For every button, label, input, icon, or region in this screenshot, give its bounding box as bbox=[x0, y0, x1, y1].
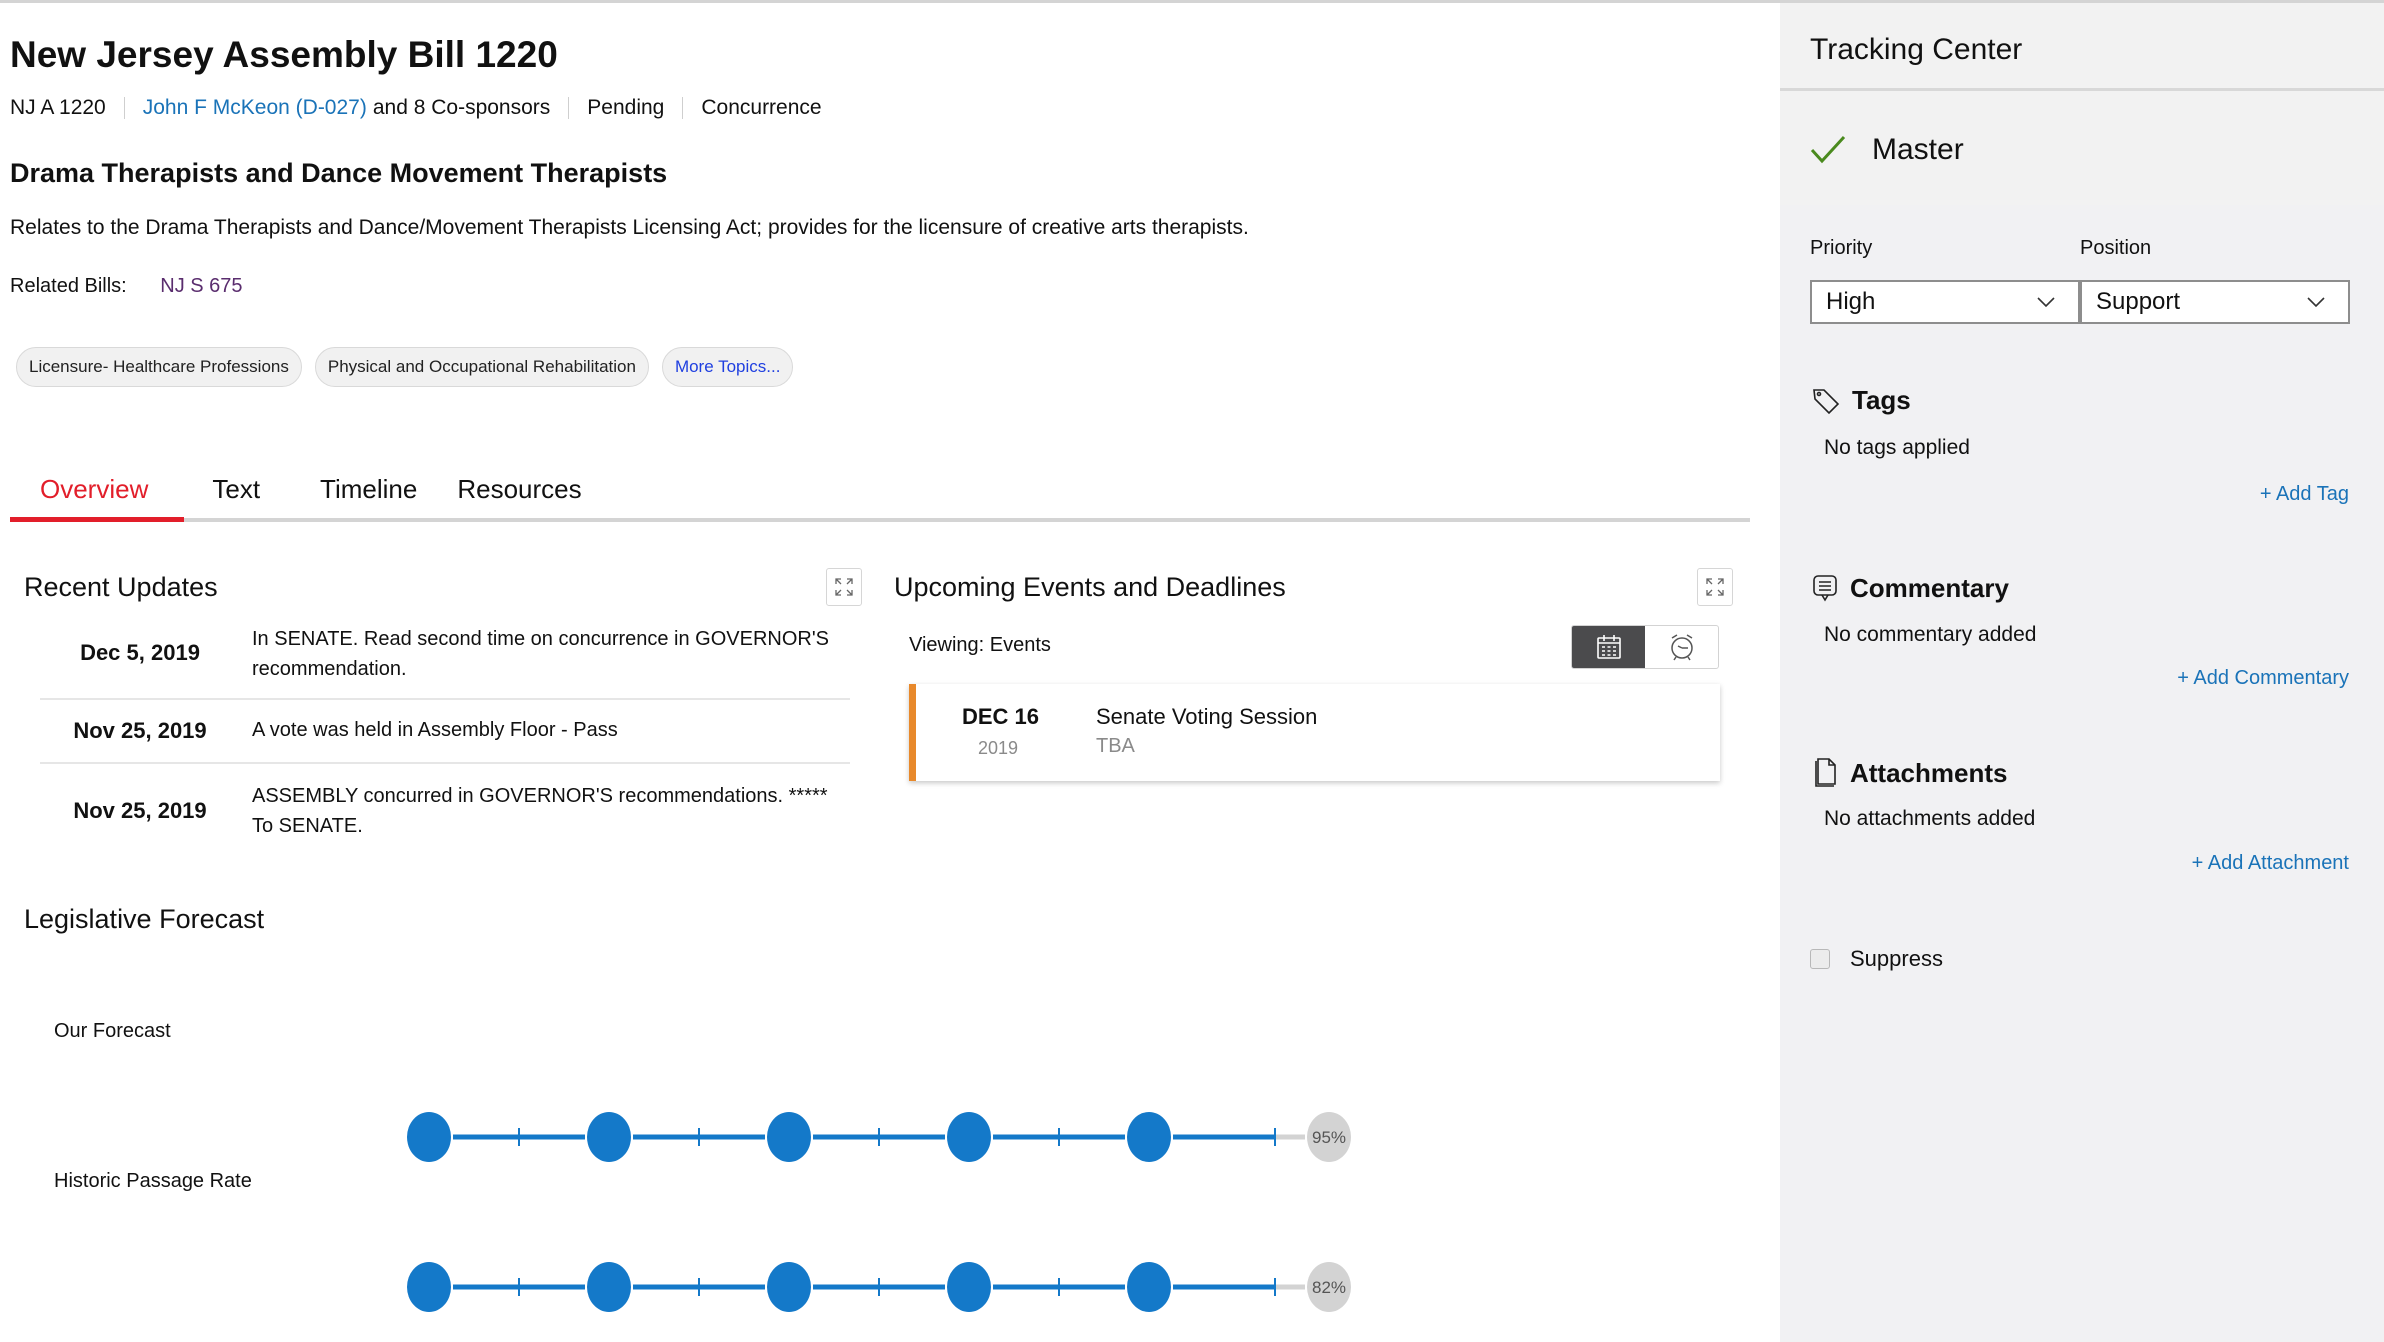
alarm-clock-icon bbox=[1670, 634, 1693, 661]
tag-icon bbox=[1813, 388, 1840, 414]
tab-bar: Overview Text Timeline Resources bbox=[10, 474, 606, 505]
forecast-progress-historic: 82% bbox=[407, 1262, 1351, 1312]
suppress-checkbox[interactable] bbox=[1810, 949, 1830, 969]
events-view-toggle bbox=[1571, 625, 1719, 669]
tags-header: Tags bbox=[1812, 385, 1911, 416]
tab-text[interactable]: Text bbox=[182, 474, 284, 505]
tab-divider bbox=[10, 518, 1750, 522]
update-date: Nov 25, 2019 bbox=[73, 798, 207, 823]
suppress-option: Suppress bbox=[1810, 946, 1943, 972]
events-title: Upcoming Events and Deadlines bbox=[894, 572, 1286, 602]
attachments-empty: No attachments added bbox=[1824, 807, 2036, 830]
stage-dot-complete bbox=[947, 1262, 991, 1312]
stage-dot-complete bbox=[767, 1112, 811, 1162]
stage-dot-complete bbox=[1127, 1112, 1171, 1162]
expand-icon bbox=[835, 578, 853, 596]
master-label: Master bbox=[1872, 133, 1964, 166]
topic-chips: Licensure- Healthcare Professions Physic… bbox=[16, 347, 794, 387]
bill-status: Pending bbox=[587, 96, 665, 119]
forecast-row-label: Our Forecast bbox=[54, 1020, 171, 1042]
update-divider bbox=[40, 698, 850, 700]
update-divider bbox=[40, 762, 850, 764]
divider bbox=[123, 97, 125, 119]
position-label: Position bbox=[2080, 237, 2152, 259]
tab-timeline[interactable]: Timeline bbox=[284, 474, 441, 505]
priority-select[interactable]: High bbox=[1810, 280, 2080, 324]
chevron-down-icon bbox=[2307, 297, 2325, 308]
event-year: 2019 bbox=[978, 738, 1019, 758]
stage-dot-complete bbox=[407, 1262, 451, 1312]
event-location: TBA bbox=[1096, 735, 1135, 757]
active-tab-indicator bbox=[10, 517, 184, 522]
calendar-icon bbox=[1596, 635, 1621, 659]
update-date: Dec 5, 2019 bbox=[80, 640, 200, 665]
add-commentary-link[interactable]: + Add Commentary bbox=[2177, 667, 2349, 690]
stage-dot-complete bbox=[767, 1262, 811, 1312]
topic-chip[interactable]: Licensure- Healthcare Professions bbox=[16, 347, 302, 387]
divider bbox=[682, 97, 684, 119]
expand-updates-button[interactable] bbox=[826, 568, 862, 606]
event-card[interactable]: DEC 16 2019 Senate Voting Session TBA bbox=[909, 684, 1720, 781]
comment-icon bbox=[1813, 574, 1837, 602]
tags-title: Tags bbox=[1852, 385, 1911, 415]
more-topics-button[interactable]: More Topics... bbox=[661, 347, 794, 387]
tracking-center-panel: Tracking Center Master Priority Position… bbox=[1780, 3, 2384, 1342]
commentary-header: Commentary bbox=[1812, 573, 2009, 604]
forecast-title: Legislative Forecast bbox=[24, 904, 265, 934]
bill-title: New Jersey Assembly Bill 1220 bbox=[10, 34, 558, 75]
checkmark-icon bbox=[1810, 135, 1846, 164]
divider bbox=[568, 97, 570, 119]
bill-description: Relates to the Drama Therapists and Danc… bbox=[10, 216, 1249, 239]
forecast-progress-our: 95% bbox=[407, 1112, 1351, 1162]
suppress-label: Suppress bbox=[1850, 946, 1943, 971]
expand-events-button[interactable] bbox=[1697, 568, 1733, 606]
chevron-down-icon bbox=[2037, 297, 2055, 308]
update-text: A vote was held in Assembly Floor - Pass bbox=[252, 719, 618, 741]
forecast-percent: 95% bbox=[1312, 1128, 1346, 1147]
sponsor-link[interactable]: John F McKeon (D-027) bbox=[143, 96, 367, 120]
tab-overview[interactable]: Overview bbox=[10, 474, 182, 505]
commentary-empty: No commentary added bbox=[1824, 623, 2037, 646]
stage-dot-complete bbox=[1127, 1262, 1171, 1312]
update-date: Nov 25, 2019 bbox=[73, 718, 207, 743]
stage-dot-complete bbox=[947, 1112, 991, 1162]
viewing-label: Viewing: Events bbox=[909, 634, 1051, 656]
tags-empty: No tags applied bbox=[1824, 436, 1970, 459]
update-text: In SENATE. Read second time on concurren… bbox=[252, 628, 830, 680]
bill-subtitle: Drama Therapists and Dance Movement Ther… bbox=[10, 158, 668, 188]
bill-stage: Concurrence bbox=[701, 96, 822, 119]
priority-value: High bbox=[1826, 288, 1876, 315]
deadlines-view-button[interactable] bbox=[1645, 626, 1718, 668]
stage-dot-complete bbox=[407, 1112, 451, 1162]
position-select[interactable]: Support bbox=[2080, 280, 2350, 324]
attachment-document-icon bbox=[1815, 758, 1836, 787]
priority-label: Priority bbox=[1810, 237, 1873, 259]
attachments-title: Attachments bbox=[1850, 757, 2008, 788]
expand-icon bbox=[1706, 578, 1724, 596]
bill-number: NJ A 1220 bbox=[10, 96, 106, 119]
commentary-title: Commentary bbox=[1850, 573, 2009, 603]
update-text: ASSEMBLY concurred in GOVERNOR'S recomme… bbox=[252, 785, 828, 837]
event-title: Senate Voting Session bbox=[1096, 704, 1318, 729]
events-view-button[interactable] bbox=[1572, 626, 1645, 668]
tab-resources[interactable]: Resources bbox=[441, 474, 605, 505]
related-bill-link[interactable]: NJ S 675 bbox=[160, 275, 242, 297]
recent-updates-title: Recent Updates bbox=[24, 572, 218, 602]
forecast-percent: 82% bbox=[1312, 1278, 1346, 1297]
stage-dot-complete bbox=[587, 1262, 631, 1312]
add-attachment-link[interactable]: + Add Attachment bbox=[2192, 852, 2349, 875]
position-value: Support bbox=[2096, 288, 2181, 315]
master-status: Master bbox=[1810, 133, 1964, 167]
bill-meta: NJ A 1220 John F McKeon (D-027) and 8 Co… bbox=[10, 96, 822, 120]
topic-chip[interactable]: Physical and Occupational Rehabilitation bbox=[314, 347, 649, 387]
related-bills-label: Related Bills: bbox=[10, 275, 127, 297]
attachments-header: Attachments bbox=[1812, 757, 2007, 789]
stage-dot-complete bbox=[587, 1112, 631, 1162]
panel-title: Tracking Center bbox=[1810, 33, 2023, 66]
cosponsors-text: and 8 Co-sponsors bbox=[372, 96, 551, 119]
forecast-row-label: Historic Passage Rate bbox=[54, 1170, 252, 1192]
related-bills: Related Bills: NJ S 675 bbox=[10, 275, 243, 298]
add-tag-link[interactable]: + Add Tag bbox=[2260, 483, 2349, 506]
event-day: DEC 16 bbox=[962, 704, 1040, 729]
